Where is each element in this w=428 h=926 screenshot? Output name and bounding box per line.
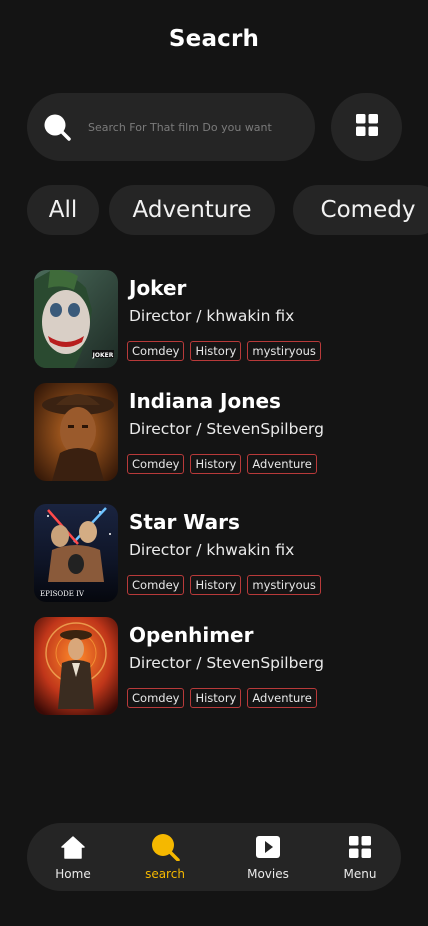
movie-card[interactable]: EPISODE IV Star Wars Director / khwakin … (34, 504, 404, 604)
nav-search[interactable]: search (125, 823, 205, 891)
movie-tags: Comdey History Adventure (127, 454, 317, 474)
play-icon (256, 835, 280, 859)
movie-title: Openhimer (129, 623, 254, 647)
movie-director: Director / khwakin fix (129, 541, 295, 559)
bottom-nav: Home search Movies Menu (27, 823, 401, 891)
grid-icon (355, 114, 378, 140)
genre-tag[interactable]: History (190, 454, 242, 474)
movie-poster (34, 617, 118, 715)
movie-tags: Comdey History mystiryous (127, 575, 321, 595)
genre-tag[interactable]: Comdey (127, 341, 185, 361)
genre-tag[interactable]: mystiryous (247, 341, 321, 361)
genre-tag[interactable]: Comdey (127, 688, 185, 708)
genre-tag[interactable]: History (190, 688, 242, 708)
genre-tag[interactable]: Comdey (127, 454, 185, 474)
search-input[interactable] (86, 119, 300, 135)
home-icon (61, 835, 85, 859)
nav-label: Menu (343, 867, 377, 881)
movie-title: Indiana Jones (129, 389, 281, 413)
nav-label: Home (55, 867, 91, 881)
category-chip-comedy[interactable]: Comedy (293, 185, 428, 235)
movie-card[interactable]: Indiana Jones Director / StevenSpilberg … (34, 383, 404, 483)
movie-tags: Comdey History Adventure (127, 688, 317, 708)
movie-title: Joker (129, 276, 187, 300)
poster-text: JOKER (92, 352, 114, 359)
view-toggle-button[interactable] (331, 93, 402, 161)
poster-text: EPISODE IV (40, 590, 85, 598)
genre-tag[interactable]: mystiryous (247, 575, 321, 595)
category-chip-adventure[interactable]: Adventure (109, 185, 275, 235)
nav-label: search (145, 867, 185, 881)
nav-menu[interactable]: Menu (320, 823, 400, 891)
genre-tag[interactable]: Adventure (247, 688, 317, 708)
category-chips: All Adventure Comedy (27, 185, 428, 235)
genre-tag[interactable]: Comdey (127, 575, 185, 595)
search-icon (42, 112, 72, 142)
category-chip-all[interactable]: All (27, 185, 99, 235)
search-bar[interactable] (27, 93, 315, 161)
movie-poster (34, 383, 118, 481)
movie-poster: EPISODE IV (34, 504, 118, 602)
nav-home[interactable]: Home (33, 823, 113, 891)
nav-label: Movies (247, 867, 289, 881)
genre-tag[interactable]: History (190, 341, 242, 361)
movie-card[interactable]: Openhimer Director / StevenSpilberg Comd… (34, 617, 404, 717)
page-title: Seacrh (168, 26, 260, 52)
search-icon (150, 834, 180, 861)
genre-tag[interactable]: History (190, 575, 242, 595)
nav-movies[interactable]: Movies (228, 823, 308, 891)
movie-poster: JOKER (34, 270, 118, 368)
movie-director: Director / khwakin fix (129, 307, 295, 325)
movie-director: Director / StevenSpilberg (129, 654, 324, 672)
movie-director: Director / StevenSpilberg (129, 420, 324, 438)
movie-card[interactable]: JOKER Joker Director / khwakin fix Comde… (34, 270, 404, 370)
movie-tags: Comdey History mystiryous (127, 341, 321, 361)
movie-title: Star Wars (129, 510, 240, 534)
grid-icon (349, 835, 371, 859)
genre-tag[interactable]: Adventure (247, 454, 317, 474)
